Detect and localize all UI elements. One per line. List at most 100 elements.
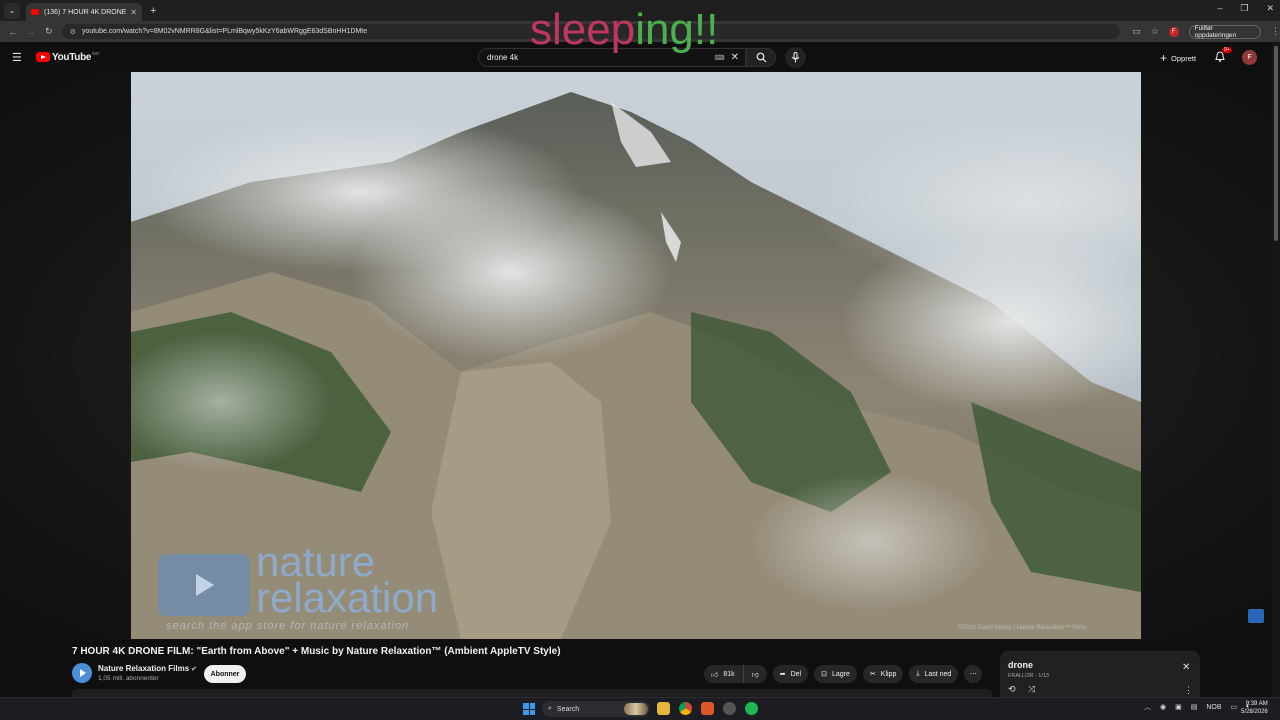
microphone-icon — [791, 52, 800, 63]
country-code: NO — [92, 50, 99, 56]
clear-search-icon[interactable]: ✕ — [731, 52, 739, 63]
scrollbar-thumb[interactable] — [1274, 46, 1278, 241]
bookmark-star-icon[interactable]: ☆ — [1151, 26, 1159, 37]
playlist-subtitle: FRALLOR - 1/13 — [1008, 673, 1049, 679]
channel-name[interactable]: Nature Relaxation Films ✔ — [98, 664, 197, 673]
playlist-panel: drone FRALLOR - 1/13 ✕ ⟲ ⤨ ⋮ — [1000, 651, 1200, 700]
youtube-play-icon — [36, 52, 50, 62]
taskbar-search[interactable]: ⌕ Search — [542, 701, 650, 717]
voice-search-button[interactable] — [785, 47, 806, 68]
like-button[interactable]: 👍︎ 81k — [704, 665, 743, 683]
create-button[interactable]: + Opprett — [1160, 51, 1196, 65]
windows-start-icon[interactable] — [523, 703, 535, 715]
playlist-close-icon[interactable]: ✕ — [1182, 662, 1190, 673]
browser-profile-avatar[interactable]: F — [1168, 26, 1179, 37]
nature-relaxation-logo-icon — [158, 554, 250, 616]
site-info-icon[interactable]: ⚙ — [70, 28, 76, 36]
tab-close-icon[interactable]: ✕ — [130, 8, 137, 17]
window-close-icon[interactable]: ✕ — [1266, 3, 1274, 14]
page-scrollbar[interactable] — [1272, 42, 1280, 702]
overlay-part-1: sleep — [530, 5, 636, 54]
playlist-menu-icon[interactable]: ⋮ — [1184, 685, 1193, 696]
download-icon: ⤓ — [916, 670, 920, 677]
tray-app-icon-3[interactable]: ▤ — [1191, 703, 1198, 711]
overlay-part-2: ing!! — [635, 5, 719, 54]
search-icon — [756, 52, 766, 63]
network-icon[interactable]: ▭ — [1231, 703, 1238, 711]
browser-menu-icon[interactable]: ⋮ — [1271, 26, 1280, 37]
download-label: Last ned — [924, 670, 952, 678]
share-label: Del — [790, 670, 802, 678]
side-widget-icon[interactable] — [1248, 609, 1264, 623]
sleeping-overlay-text: sleeping!! — [530, 4, 718, 56]
watermark-line-2: relaxation — [256, 574, 439, 621]
more-actions-button[interactable]: ⋯ — [964, 665, 983, 683]
notification-badge: 9+ — [1222, 47, 1232, 53]
clip-button[interactable]: ✂ Klipp — [862, 665, 904, 683]
download-button[interactable]: ⤓ Last ned — [909, 665, 959, 683]
window-controls: – ❐ ✕ — [1217, 3, 1274, 14]
input-language[interactable]: NOB — [1206, 704, 1221, 711]
video-title: 7 HOUR 4K DRONE FILM: "Earth from Above"… — [72, 646, 561, 657]
more-horizontal-icon: ⋯ — [969, 671, 977, 678]
taskbar-search-icon: ⌕ — [548, 705, 552, 712]
subscribe-button[interactable]: Abonner — [204, 665, 246, 683]
watermark-subtitle: search the app store for nature relaxati… — [166, 620, 410, 632]
channel-avatar[interactable] — [72, 663, 92, 683]
tray-chevron-icon[interactable]: ︿ — [1144, 702, 1151, 712]
account-avatar[interactable]: F — [1242, 50, 1257, 65]
chrome-icon[interactable] — [679, 702, 692, 715]
search-highlight-image — [624, 703, 648, 715]
windows-taskbar: ⌕ Search ︿ ◉ ▣ ▤ NOB ▭ 🔈︎ 9:39 AM 5/28/2… — [0, 697, 1280, 720]
shuffle-icon[interactable]: ⤨ — [1028, 684, 1035, 695]
reload-icon[interactable]: ↻ — [44, 26, 54, 37]
brave-icon[interactable] — [701, 702, 714, 715]
verified-icon: ✔ — [191, 666, 198, 673]
restore-icon[interactable]: ❐ — [1240, 3, 1248, 14]
taskbar-clock[interactable]: 9:39 AM 5/28/2026 — [1241, 700, 1268, 716]
video-copyright: ©2018 David Hurley | Nature Relaxation™ … — [958, 625, 1087, 631]
search-query: drone 4k — [487, 53, 519, 62]
back-icon[interactable]: ← — [8, 27, 18, 37]
youtube-favicon-icon — [31, 9, 39, 15]
tray-app-icon[interactable]: ◉ — [1160, 703, 1166, 711]
cast-icon[interactable]: ▭ — [1132, 26, 1141, 37]
create-label: Opprett — [1171, 53, 1197, 63]
subscriber-count: 1,05 mill. abonnenter — [98, 675, 159, 682]
thumbs-down-icon: 👎︎ — [751, 671, 759, 679]
loop-icon[interactable]: ⟲ — [1008, 684, 1016, 695]
notifications-button[interactable]: 9+ — [1214, 47, 1232, 68]
tab-title: (136) 7 HOUR 4K DRONE FILM — [44, 8, 127, 16]
save-button[interactable]: ⊡ Lagre — [814, 665, 857, 683]
logo-wordmark: YouTube — [52, 51, 92, 63]
guide-menu-icon[interactable]: ☰ — [12, 51, 22, 64]
minimize-icon[interactable]: – — [1217, 3, 1222, 14]
taskbar-search-label: Search — [556, 705, 580, 713]
youtube-logo[interactable]: YouTube NO — [36, 50, 99, 63]
tray-app-icon-2[interactable]: ▣ — [1175, 703, 1182, 711]
system-tray: ︿ ◉ ▣ ▤ NOB ▭ 🔈︎ — [1144, 702, 1250, 712]
browser-tab-active[interactable]: (136) 7 HOUR 4K DRONE FILM ✕ — [26, 3, 142, 21]
share-button[interactable]: ➦ Del — [772, 665, 809, 683]
search-button[interactable] — [746, 48, 776, 67]
update-button[interactable]: Fullfør oppdateringen — [1188, 24, 1261, 39]
playlist-title[interactable]: drone — [1008, 660, 1033, 670]
plus-icon: + — [1160, 51, 1168, 65]
share-icon: ➦ — [779, 671, 786, 678]
new-tab-button[interactable]: + — [150, 5, 156, 17]
description-box[interactable] — [72, 689, 992, 697]
spotify-icon[interactable] — [745, 702, 758, 715]
tab-search-button[interactable]: ⌄ — [4, 2, 20, 19]
thumbs-up-icon: 👍︎ — [711, 671, 719, 679]
dislike-button[interactable]: 👎︎ — [742, 665, 767, 683]
scissors-icon: ✂ — [869, 671, 876, 678]
clip-label: Klipp — [880, 670, 897, 678]
like-count: 81k — [723, 670, 735, 678]
forward-icon[interactable]: → — [26, 27, 36, 37]
clock-time: 9:39 AM — [1245, 701, 1268, 707]
file-explorer-icon[interactable] — [657, 702, 670, 715]
url-text: youtube.com/watch?v=8M02vNMRR8G&list=PLm… — [81, 28, 368, 35]
video-actions: 👍︎ 81k 👎︎ ➦ Del ⊡ Lagre ✂ Klipp ⤓ Last ned ⋯ — [704, 665, 983, 683]
app-icon[interactable] — [723, 702, 736, 715]
video-watermark: nature relaxation search the app store f… — [158, 540, 488, 638]
